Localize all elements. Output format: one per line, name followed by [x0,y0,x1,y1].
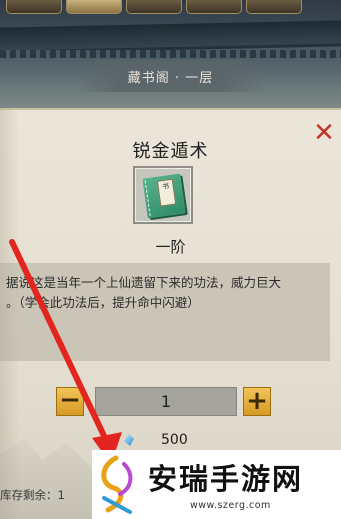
book-label: 书 [156,178,177,207]
price-value: 500 [161,432,188,448]
description-box: 据说这是当年一个上仙遗留下来的功法，威力巨大 。（学会此功法后，提升命中闪避） [0,263,330,361]
pavilion-eaves [0,50,341,58]
description-line-1: 据说这是当年一个上仙遗留下来的功法，威力巨大 [6,275,282,290]
quantity-input[interactable]: 1 [95,387,237,416]
skill-rank: 一阶 [155,238,186,256]
location-plate: 藏书阁 · 一层 [78,60,263,92]
book-spine [144,179,155,217]
game-scene-header: 藏书阁 · 一层 [0,0,341,108]
skill-name: 锐金遁术 [132,141,209,162]
watermark-url: www.szerg.com [190,500,271,511]
top-tab[interactable] [126,0,182,14]
top-tab[interactable] [6,0,62,14]
skill-book-icon: 书 [142,173,186,219]
top-tab[interactable] [246,0,302,14]
location-title: 藏书阁 · 一层 [127,70,214,86]
pavilion-roof [0,20,341,54]
stock-remaining: 库存剩余：1 [0,488,65,502]
quantity-minus-button[interactable]: − [56,387,84,416]
gem-icon [124,434,134,446]
site-watermark: 安瑞手游网 www.szerg.com [92,450,341,519]
top-tab-active[interactable] [66,0,122,14]
skill-book-slot[interactable]: 书 [133,166,193,224]
quantity-plus-button[interactable]: + [243,387,271,416]
top-tab-bar [0,0,341,14]
top-tab[interactable] [186,0,242,14]
watermark-title: 安瑞手游网 [148,462,304,496]
watermark-logo-icon [101,455,133,514]
description-line-2: 。（学会此功法后，提升命中闪避） [6,295,200,310]
